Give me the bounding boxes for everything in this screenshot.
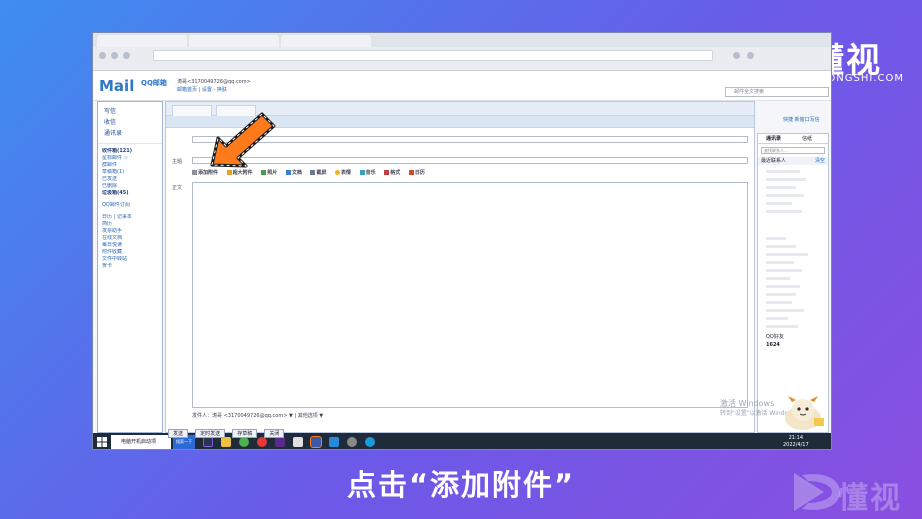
brand-ghost-name: 懂视 xyxy=(838,481,902,516)
compose-right-links[interactable]: 快捷 新窗口写信 xyxy=(783,116,820,123)
extension-icon[interactable] xyxy=(733,52,740,59)
back-icon[interactable] xyxy=(99,52,106,59)
windows-start-icon[interactable] xyxy=(97,437,107,447)
taskbar-search-input[interactable]: 电脑开机启动项 xyxy=(111,435,171,449)
sidebar-item-resume[interactable]: 简历 xyxy=(102,221,158,228)
caption: 点击“添加附件” xyxy=(346,468,576,502)
sidebar-item-drafts[interactable]: 草稿箱(1) xyxy=(102,169,158,176)
sidebar-item-attachments[interactable]: 附件收藏 xyxy=(102,249,158,256)
screen: Mail QQ邮箱 涛哥<3170049726@qq.com> 邮箱首页 | 设… xyxy=(92,32,832,450)
app-icon[interactable] xyxy=(293,437,303,447)
pointer-arrow-icon xyxy=(210,112,276,168)
app-icon[interactable] xyxy=(347,437,357,447)
format-icon xyxy=(384,170,390,175)
forward-icon[interactable] xyxy=(111,52,118,59)
sidebar-item-docs[interactable]: 在线文档 xyxy=(102,235,158,242)
mail-search-input[interactable]: 邮件全文搜索 xyxy=(725,87,829,97)
emoji-icon xyxy=(335,170,341,175)
taskbar-clock[interactable]: 21:14 2022/4/17 xyxy=(783,435,809,449)
music-button[interactable]: 音乐 xyxy=(359,169,376,176)
contact-search-input[interactable]: 查找联系人... xyxy=(761,147,825,154)
screenshot-icon xyxy=(310,170,316,175)
contacts-button[interactable]: 通讯录 xyxy=(104,128,156,139)
recent-contacts-header: 最近联系人 清空 xyxy=(758,157,828,165)
calendar-button[interactable]: 日历 xyxy=(408,169,425,176)
sidebar-item-cards[interactable]: 贺卡 xyxy=(102,263,158,270)
receive-button[interactable]: 收信 xyxy=(104,117,156,128)
send-button[interactable]: 发送 xyxy=(168,429,189,438)
close-button[interactable]: 关闭 xyxy=(264,429,285,438)
browser-tab[interactable] xyxy=(189,35,279,47)
paperclip-icon xyxy=(192,170,197,175)
browser-tab[interactable] xyxy=(281,35,371,47)
sidebar-item-invoice[interactable]: 发票助手 xyxy=(102,228,158,235)
body-label: 正文 xyxy=(172,185,183,191)
sidebar-item-reading[interactable]: 每日悦读 xyxy=(102,242,158,249)
music-icon xyxy=(359,170,365,175)
menu-icon[interactable] xyxy=(747,52,754,59)
contact-group[interactable]: 1624 xyxy=(758,341,828,349)
calendar-icon xyxy=(408,170,414,175)
tab-contacts[interactable]: 通讯录 xyxy=(766,135,781,142)
contacts-tabs: 通讯录 信纸 xyxy=(758,134,828,144)
user-links[interactable]: 邮箱首页 | 设置 - 换肤 xyxy=(177,86,227,93)
browser-tab[interactable] xyxy=(97,35,187,47)
mail-header: Mail QQ邮箱 涛哥<3170049726@qq.com> 邮箱首页 | 设… xyxy=(93,71,831,101)
subject-label: 主题 xyxy=(172,159,183,165)
compose-actions: 发送 定时发送 存草稿 关闭 xyxy=(168,420,286,438)
schedule-send-button[interactable]: 定时发送 xyxy=(195,429,226,438)
app-icon[interactable] xyxy=(329,437,339,447)
contact-group[interactable]: QQ好友 xyxy=(758,333,828,341)
body-editor[interactable] xyxy=(192,182,748,408)
folder-list: 收件箱(121) 星标邮件 ☆ 群邮件 草稿箱(1) 已发送 已删除 垃圾箱(4… xyxy=(98,144,162,274)
browser-chrome xyxy=(93,33,831,71)
sidebar-item-transfer[interactable]: 文件中转站 xyxy=(102,256,158,263)
sidebar-item-spam[interactable]: 垃圾箱(45) xyxy=(102,190,158,197)
screenshot-button[interactable]: 截屏 xyxy=(310,169,326,176)
premiere-icon[interactable] xyxy=(275,437,285,447)
sender-line[interactable]: 发件人：涛哥 <3170049726@qq.com> ▼ | 其他选项 ▼ xyxy=(192,412,323,419)
format-button[interactable]: 格式 xyxy=(384,169,400,176)
mail-logo-sub: QQ邮箱 xyxy=(141,79,167,87)
browser-tab-strip xyxy=(93,33,831,47)
sidebar-item-sent[interactable]: 已发送 xyxy=(102,176,158,183)
address-bar[interactable] xyxy=(153,50,713,61)
emoji-button[interactable]: 表情 xyxy=(335,169,351,176)
user-account: 涛哥<3170049726@qq.com> xyxy=(177,79,251,85)
sidebar: 写信 收信 通讯录 收件箱(121) 星标邮件 ☆ 群邮件 草稿箱(1) 已发送… xyxy=(97,101,163,433)
photoshop-icon[interactable] xyxy=(203,437,213,447)
sidebar-item-groups[interactable]: 群邮件 xyxy=(102,162,158,169)
edge-icon[interactable] xyxy=(365,437,375,447)
chrome-icon[interactable] xyxy=(239,437,249,447)
sidebar-item-starred[interactable]: 星标邮件 ☆ xyxy=(102,155,158,162)
contacts-panel: 通讯录 信纸 查找联系人... 最近联系人 清空 QQ好友 1624 xyxy=(757,133,829,433)
tab-stationery[interactable]: 信纸 xyxy=(802,135,812,142)
compose-button[interactable]: 写信 xyxy=(104,106,156,117)
sidebar-item-subscribe[interactable]: QQ邮件订阅 xyxy=(102,202,158,209)
sidebar-item-inbox[interactable]: 收件箱(121) xyxy=(102,148,158,155)
sidebar-item-calendar[interactable]: 日历 | 记事本 xyxy=(102,214,158,221)
save-draft-button[interactable]: 存草稿 xyxy=(232,429,258,438)
app-icon[interactable] xyxy=(310,436,322,448)
sidebar-item-deleted[interactable]: 已删除 xyxy=(102,183,158,190)
clear-recent-link[interactable]: 清空 xyxy=(815,157,825,165)
refresh-icon[interactable] xyxy=(123,52,130,59)
mascot-icon xyxy=(785,396,824,430)
mail-logo[interactable]: Mail xyxy=(99,77,134,95)
sidebar-actions: 写信 收信 通讯录 xyxy=(98,102,162,144)
